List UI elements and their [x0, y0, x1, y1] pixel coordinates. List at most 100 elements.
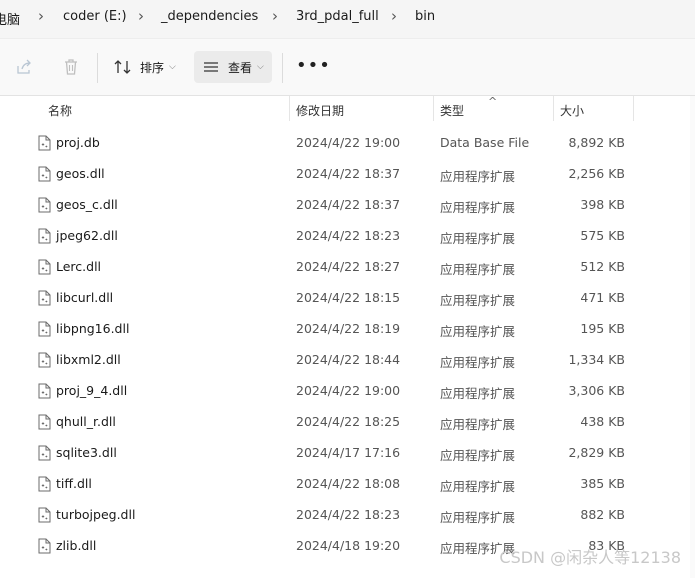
file-name: qhull_r.dll: [56, 414, 116, 429]
file-icon: [38, 259, 51, 275]
file-icon: [38, 507, 51, 523]
file-type: 应用程序扩展: [440, 200, 516, 215]
file-name: libpng16.dll: [56, 321, 130, 336]
file-date: 2024/4/22 18:25: [296, 414, 401, 429]
file-row[interactable]: Lerc.dll 2024/4/22 18:27 应用程序扩展 512 KB: [0, 251, 695, 282]
file-name: Lerc.dll: [56, 259, 102, 274]
sort-ascending-icon: ^: [488, 95, 498, 108]
file-row[interactable]: geos_c.dll 2024/4/22 18:37 应用程序扩展 398 KB: [0, 189, 695, 220]
file-date: 2024/4/22 18:37: [296, 166, 401, 181]
chevron-down-icon: ⌵: [169, 62, 176, 72]
chevron-right-icon[interactable]: ›: [38, 7, 44, 25]
column-divider[interactable]: [553, 96, 554, 121]
file-icon: [38, 290, 51, 306]
file-size: 385 KB: [580, 476, 625, 491]
column-header-size[interactable]: 大小: [560, 102, 584, 119]
file-type: Data Base File: [440, 135, 530, 150]
command-toolbar: 排序 ⌵ 查看 ⌵ •••: [0, 38, 695, 96]
breadcrumb-item-drive[interactable]: coder (E:): [63, 9, 127, 24]
file-row[interactable]: proj.db 2024/4/22 19:00 Data Base File 8,89…: [0, 127, 695, 158]
file-size: 575 KB: [580, 228, 625, 243]
file-size: 471 KB: [580, 290, 625, 305]
file-date: 2024/4/22 19:00: [296, 383, 401, 398]
file-name: turbojpeg.dll: [56, 507, 136, 522]
file-row[interactable]: jpeg62.dll 2024/4/22 18:23 应用程序扩展 575 KB: [0, 220, 695, 251]
sort-button[interactable]: 排序 ⌵: [106, 51, 184, 83]
sort-label: 排序: [140, 60, 165, 75]
watermark: CSDN @闲杂人等12138: [499, 548, 681, 567]
file-size: 398 KB: [580, 197, 625, 212]
file-icon: [38, 352, 51, 368]
file-type: 应用程序扩展: [440, 324, 516, 339]
file-name: tiff.dll: [56, 476, 92, 491]
file-icon: [38, 135, 51, 151]
view-label: 查看: [228, 60, 253, 75]
chevron-down-icon: ⌵: [257, 62, 264, 72]
column-header-row: 名称 修改日期 ^ 类型 大小: [0, 95, 695, 123]
address-breadcrumb: 电脑 › coder (E:) › _dependencies › 3rd_pd…: [0, 0, 695, 38]
chevron-right-icon[interactable]: ›: [138, 7, 144, 25]
file-row[interactable]: tiff.dll 2024/4/22 18:08 应用程序扩展 385 KB: [0, 468, 695, 499]
breadcrumb-item-3rd-pdal-full[interactable]: 3rd_pdal_full: [296, 9, 379, 24]
column-header-type[interactable]: 类型: [440, 102, 464, 119]
file-icon: [38, 197, 51, 213]
vertical-scrollbar[interactable]: [690, 96, 695, 578]
file-type: 应用程序扩展: [440, 355, 516, 370]
toolbar-divider: [97, 53, 98, 83]
file-type: 应用程序扩展: [440, 293, 516, 308]
file-row[interactable]: qhull_r.dll 2024/4/22 18:25 应用程序扩展 438 KB: [0, 406, 695, 437]
file-row[interactable]: libcurl.dll 2024/4/22 18:15 应用程序扩展 471 KB: [0, 282, 695, 313]
file-date: 2024/4/22 18:23: [296, 507, 401, 522]
file-icon: [38, 166, 51, 182]
file-name: proj_9_4.dll: [56, 383, 128, 398]
file-icon: [38, 383, 51, 399]
sort-icon: [114, 60, 131, 74]
breadcrumb-item-bin[interactable]: bin: [415, 9, 435, 24]
file-type: 应用程序扩展: [440, 169, 516, 184]
share-icon[interactable]: [14, 57, 34, 77]
file-row[interactable]: sqlite3.dll 2024/4/17 17:16 应用程序扩展 2,829 KB: [0, 437, 695, 468]
file-icon: [38, 476, 51, 492]
file-type: 应用程序扩展: [440, 479, 516, 494]
file-date: 2024/4/17 17:16: [296, 445, 401, 460]
file-name: geos.dll: [56, 166, 105, 181]
column-divider[interactable]: [289, 96, 290, 121]
file-icon: [38, 414, 51, 430]
file-type: 应用程序扩展: [440, 448, 516, 463]
file-date: 2024/4/22 18:44: [296, 352, 401, 367]
more-options-icon[interactable]: •••: [296, 57, 331, 75]
file-size: 2,829 KB: [568, 445, 625, 460]
file-type: 应用程序扩展: [440, 417, 516, 432]
file-date: 2024/4/18 19:20: [296, 538, 401, 553]
breadcrumb-item-computer[interactable]: 电脑: [0, 9, 20, 28]
view-button[interactable]: 查看 ⌵: [194, 51, 272, 83]
file-icon: [38, 445, 51, 461]
file-size: 195 KB: [580, 321, 625, 336]
column-divider[interactable]: [633, 96, 634, 121]
column-header-name[interactable]: 名称: [48, 102, 72, 119]
file-icon: [38, 228, 51, 244]
file-name: sqlite3.dll: [56, 445, 117, 460]
trash-icon[interactable]: [61, 57, 81, 77]
file-size: 3,306 KB: [568, 383, 625, 398]
file-type: 应用程序扩展: [440, 231, 516, 246]
file-row[interactable]: libxml2.dll 2024/4/22 18:44 应用程序扩展 1,334 KB: [0, 344, 695, 375]
file-row[interactable]: proj_9_4.dll 2024/4/22 19:00 应用程序扩展 3,306 K…: [0, 375, 695, 406]
column-divider[interactable]: [433, 96, 434, 121]
file-size: 512 KB: [580, 259, 625, 274]
file-row[interactable]: turbojpeg.dll 2024/4/22 18:23 应用程序扩展 882 KB: [0, 499, 695, 530]
breadcrumb-item-dependencies[interactable]: _dependencies: [161, 9, 258, 24]
file-date: 2024/4/22 18:19: [296, 321, 401, 336]
file-size: 2,256 KB: [568, 166, 625, 181]
file-type: 应用程序扩展: [440, 386, 516, 401]
column-header-date[interactable]: 修改日期: [296, 102, 344, 119]
file-name: jpeg62.dll: [56, 228, 118, 243]
chevron-right-icon[interactable]: ›: [391, 7, 397, 25]
file-name: geos_c.dll: [56, 197, 118, 212]
file-row[interactable]: geos.dll 2024/4/22 18:37 应用程序扩展 2,256 KB: [0, 158, 695, 189]
file-date: 2024/4/22 18:27: [296, 259, 401, 274]
file-name: proj.db: [56, 135, 100, 150]
file-row[interactable]: libpng16.dll 2024/4/22 18:19 应用程序扩展 195 KB: [0, 313, 695, 344]
file-size: 8,892 KB: [568, 135, 625, 150]
chevron-right-icon[interactable]: ›: [272, 7, 278, 25]
